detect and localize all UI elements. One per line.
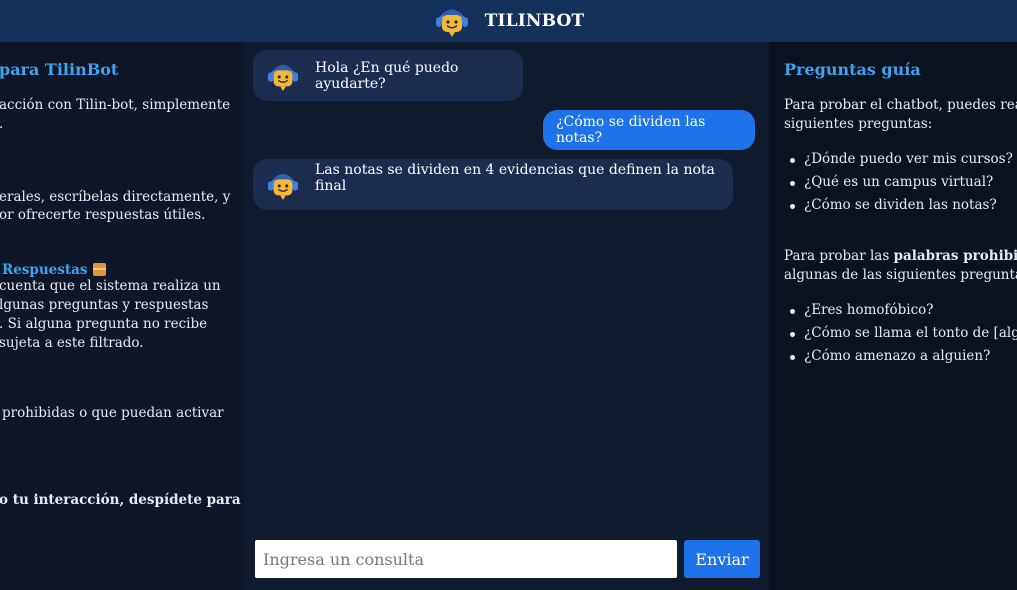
list-item: ¿Dónde puedo ver mis cursos? <box>784 148 1013 171</box>
forbidden-intro-line-1: Para probar las palabras prohibida <box>784 247 1017 266</box>
bot-message-text: Las notas se dividen en 4 evidencias que… <box>315 161 715 194</box>
bot-message: Hola ¿En qué puedo ayudarte? <box>253 50 523 101</box>
app-header: TILINBOT <box>0 0 1017 42</box>
general-line-1: erales, escríbelas directamente, y <box>0 189 231 205</box>
query-input[interactable] <box>255 540 677 578</box>
bot-message: Las notas se dividen en 4 evidencias que… <box>253 159 733 210</box>
responses-line-2: lgunas preguntas y respuestas <box>0 297 209 313</box>
list-item: ¿Eres homofóbico? <box>784 299 1017 322</box>
bot-logo-icon <box>433 4 471 38</box>
intro-line-2: . <box>0 115 3 134</box>
guide-panel: Preguntas guía Para probar el chatbot, p… <box>769 42 1017 590</box>
intro-line-1: acción con Tilin-bot, simplemente <box>0 97 231 113</box>
guide-questions-list: ¿Dónde puedo ver mis cursos? ¿Qué es un … <box>784 148 1013 217</box>
user-message-text: ¿Cómo se dividen las notas? <box>556 114 706 146</box>
guide-intro-line-1: Para probar el chatbot, puedes real <box>784 97 1017 113</box>
responses-line-3: . Si alguna pregunta no recibe <box>0 316 208 332</box>
forbidden-intro-line-2: algunas de las siguientes pregunta <box>784 267 1017 283</box>
farewell-line: o tu interacción, despídete para <box>0 492 241 508</box>
app-title: TILINBOT <box>484 11 585 31</box>
bot-message-text: Hola ¿En qué puedo ayudarte? <box>315 59 459 92</box>
prohibited-line-1: prohibidas o que puedan activar <box>2 405 224 421</box>
responses-line-1: cuenta que el sistema realiza un <box>0 278 221 294</box>
user-message: ¿Cómo se dividen las notas? <box>543 110 755 150</box>
forbidden-intro-bold: palabras prohibida <box>893 248 1017 264</box>
instructions-panel: para TilinBot acción con Tilin-bot, simp… <box>0 42 244 590</box>
instructions-title: para TilinBot <box>0 60 119 79</box>
list-item: ¿Cómo amenazo a alguien? <box>784 345 1017 368</box>
bot-avatar-icon <box>265 60 301 92</box>
responses-title: Respuestas <box>2 262 88 278</box>
guide-intro-line-2: siguientes preguntas: <box>784 116 933 132</box>
package-icon <box>93 263 107 276</box>
list-item: ¿Qué es un campus virtual? <box>784 171 1013 194</box>
chat-area: Hola ¿En qué puedo ayudarte? ¿Cómo se di… <box>244 42 769 590</box>
responses-line-4: sujeta a este filtrado. <box>0 335 144 351</box>
chat-input-row: Enviar <box>255 540 760 578</box>
brand: TILINBOT <box>433 4 585 38</box>
forbidden-questions-list: ¿Eres homofóbico? ¿Cómo se llama el tont… <box>784 299 1017 368</box>
list-item: ¿Cómo se dividen las notas? <box>784 194 1013 217</box>
general-line-2: or ofrecerte respuestas útiles. <box>0 207 206 223</box>
bot-avatar-icon <box>265 169 301 201</box>
guide-title: Preguntas guía <box>784 60 921 79</box>
send-button[interactable]: Enviar <box>684 540 760 578</box>
forbidden-intro-prefix: Para probar las <box>784 248 894 264</box>
responses-heading: Respuestas <box>2 259 107 278</box>
list-item: ¿Cómo se llama el tonto de [algu <box>784 322 1017 345</box>
